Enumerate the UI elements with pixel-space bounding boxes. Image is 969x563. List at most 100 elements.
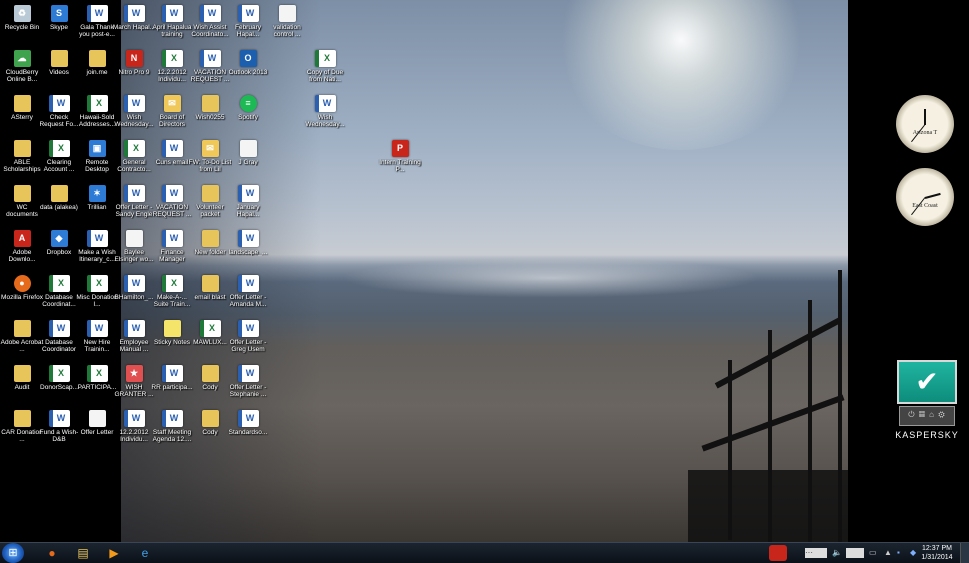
folder-icon xyxy=(13,410,31,427)
folder-icon xyxy=(50,50,68,67)
word-doc-icon: W xyxy=(199,5,221,22)
clock-hour-hand xyxy=(924,109,926,125)
folder-icon xyxy=(13,365,31,382)
media-player-icon: ▶ xyxy=(109,546,119,560)
taskbar-firefox[interactable]: ● xyxy=(38,544,66,562)
folder-icon xyxy=(201,185,219,202)
spotify-icon: ≡ xyxy=(239,95,257,112)
word-doc-icon: W xyxy=(123,95,145,112)
excel-doc-icon: X xyxy=(161,50,183,67)
desktop-icon[interactable]: W Wish Wednesday... xyxy=(303,93,347,137)
taskbar-internet-explorer[interactable]: e xyxy=(131,544,159,562)
outlook-icon: O xyxy=(239,50,257,67)
word-doc-icon: W xyxy=(48,95,70,112)
kaspersky-brand: KASPERSKY xyxy=(895,430,959,440)
windows-logo-icon: ⊞ xyxy=(8,547,18,559)
desktop-icon-label: Offer Letter - Stephanie ... xyxy=(229,384,267,399)
word-doc-icon: W xyxy=(123,185,145,202)
desktop-icon-label: Standardso... xyxy=(228,429,268,436)
word-doc-icon: W xyxy=(237,230,259,247)
network-icon[interactable]: ▭ xyxy=(869,548,877,558)
skype-icon: S xyxy=(50,5,68,22)
word-doc-icon: W xyxy=(161,410,183,427)
word-doc-icon: W xyxy=(123,275,145,292)
taskbar-explorer[interactable]: ▤ xyxy=(69,544,97,562)
word-doc-icon: W xyxy=(161,365,183,382)
dropbox-tray-icon[interactable]: ◆ xyxy=(910,548,916,558)
excel-doc-icon: X xyxy=(199,320,221,337)
folder-icon xyxy=(201,230,219,247)
clock-label: East Coast xyxy=(912,203,938,209)
word-doc-icon: W xyxy=(48,320,70,337)
folder-icon xyxy=(88,50,106,67)
volume-icon[interactable]: 🔈 xyxy=(832,548,842,558)
desktop-icon[interactable]: W Standardso... xyxy=(226,408,270,452)
word-doc-icon: W xyxy=(86,230,108,247)
desktop-icon[interactable]: O Outlook 2013 xyxy=(226,48,270,92)
taskbar-clock[interactable]: 12:37 PM 1/31/2014 xyxy=(917,544,957,562)
excel-doc-icon: X xyxy=(86,365,108,382)
excel-doc-icon: X xyxy=(161,275,183,292)
folder-icon xyxy=(13,185,31,202)
cloudberry-icon: ☁ xyxy=(13,50,31,67)
show-hidden-icons[interactable]: ▲ xyxy=(884,548,892,558)
kaspersky-gadget[interactable]: ✔ ⏻ ▦ ⌂ ⚙ KASPERSKY xyxy=(895,360,959,446)
clock-label: Arizona T xyxy=(912,130,938,136)
remote-desktop-icon: ▣ xyxy=(88,140,106,157)
start-button[interactable]: ⊞ xyxy=(2,543,24,563)
word-doc-icon: W xyxy=(237,5,259,22)
word-doc-icon: W xyxy=(314,95,336,112)
blank-doc-icon xyxy=(125,230,143,247)
word-doc-icon: W xyxy=(161,5,183,22)
desktop-icon-label: J Gray xyxy=(238,159,258,166)
clock-gadget-east-coast[interactable]: East Coast xyxy=(896,168,954,226)
internet-explorer-icon: e xyxy=(141,546,149,560)
word-doc-icon: W xyxy=(48,410,70,427)
powerpoint-doc-icon: P xyxy=(391,140,409,157)
folder-icon xyxy=(13,320,31,337)
desktop-icon-label: Copy of Due from Nati... xyxy=(306,69,344,84)
mail-icon: ✉ xyxy=(163,95,181,112)
beach-stairs xyxy=(688,270,848,542)
battery-icon[interactable] xyxy=(846,548,864,558)
desktop-icon-label: Offer Letter - Greg Usem xyxy=(229,339,267,354)
desktop-icon-label: Offer Letter - Amanda M... xyxy=(229,294,267,309)
desktop-icon[interactable]: validation control ... xyxy=(265,3,309,47)
excel-doc-icon: X xyxy=(86,275,108,292)
excel-doc-icon: X xyxy=(314,50,336,67)
desktop-icon[interactable]: X Copy of Due from Nati... xyxy=(303,48,347,92)
word-doc-icon: W xyxy=(237,320,259,337)
word-doc-icon: W xyxy=(199,50,221,67)
sticky-notes-icon xyxy=(163,320,181,337)
word-doc-icon: W xyxy=(123,5,145,22)
desktop-icon[interactable]: ≡ Spotify xyxy=(226,93,270,137)
desktop-icon[interactable]: W Offer Letter - Amanda M... xyxy=(226,273,270,317)
checkmark-icon: ✔ xyxy=(897,360,957,404)
desktop-icon[interactable]: W Offer Letter - Stephanie ... xyxy=(226,363,270,407)
word-doc-icon: W xyxy=(86,5,108,22)
word-doc-icon: W xyxy=(237,185,259,202)
desktop-icon[interactable]: J Gray xyxy=(226,138,270,182)
dropbox-icon: ◆ xyxy=(50,230,68,247)
excel-doc-icon: X xyxy=(86,95,108,112)
taskbar-media-player[interactable]: ▶ xyxy=(100,544,128,562)
excel-doc-icon: X xyxy=(123,140,145,157)
taskbar: ⊞ ● ▤ ▶ e ··· 🔈 ▭ ▲ ▪ ◆ 12:37 PM 1/31/2014 xyxy=(0,542,969,563)
desktop-icon-label: January Hapal... xyxy=(236,204,260,219)
excel-doc-icon: X xyxy=(48,365,70,382)
desktop-icon[interactable]: Wlandscape_... xyxy=(226,228,270,272)
monitor-icon[interactable]: ▪ xyxy=(897,548,900,558)
show-desktop-button[interactable] xyxy=(960,543,969,563)
trillian-icon: ✶ xyxy=(88,185,106,202)
desktop-icon[interactable]: W February Hapal... xyxy=(226,3,270,47)
desktop-icon[interactable]: W January Hapal... xyxy=(226,183,270,227)
tray-input-icon[interactable]: ··· xyxy=(805,548,827,558)
excel-doc-icon: X xyxy=(48,140,70,157)
word-doc-icon: W xyxy=(86,320,108,337)
clock-gadget-arizona[interactable]: Arizona T xyxy=(896,95,954,153)
notification-app-icon[interactable] xyxy=(769,545,787,561)
taskbar-date: 1/31/2014 xyxy=(921,554,953,561)
desktop-icon[interactable]: W Offer Letter - Greg Usem xyxy=(226,318,270,362)
desktop-icon-label: February Hapal... xyxy=(234,24,261,39)
desktop-icon[interactable]: P Intern Training P... xyxy=(378,138,422,182)
